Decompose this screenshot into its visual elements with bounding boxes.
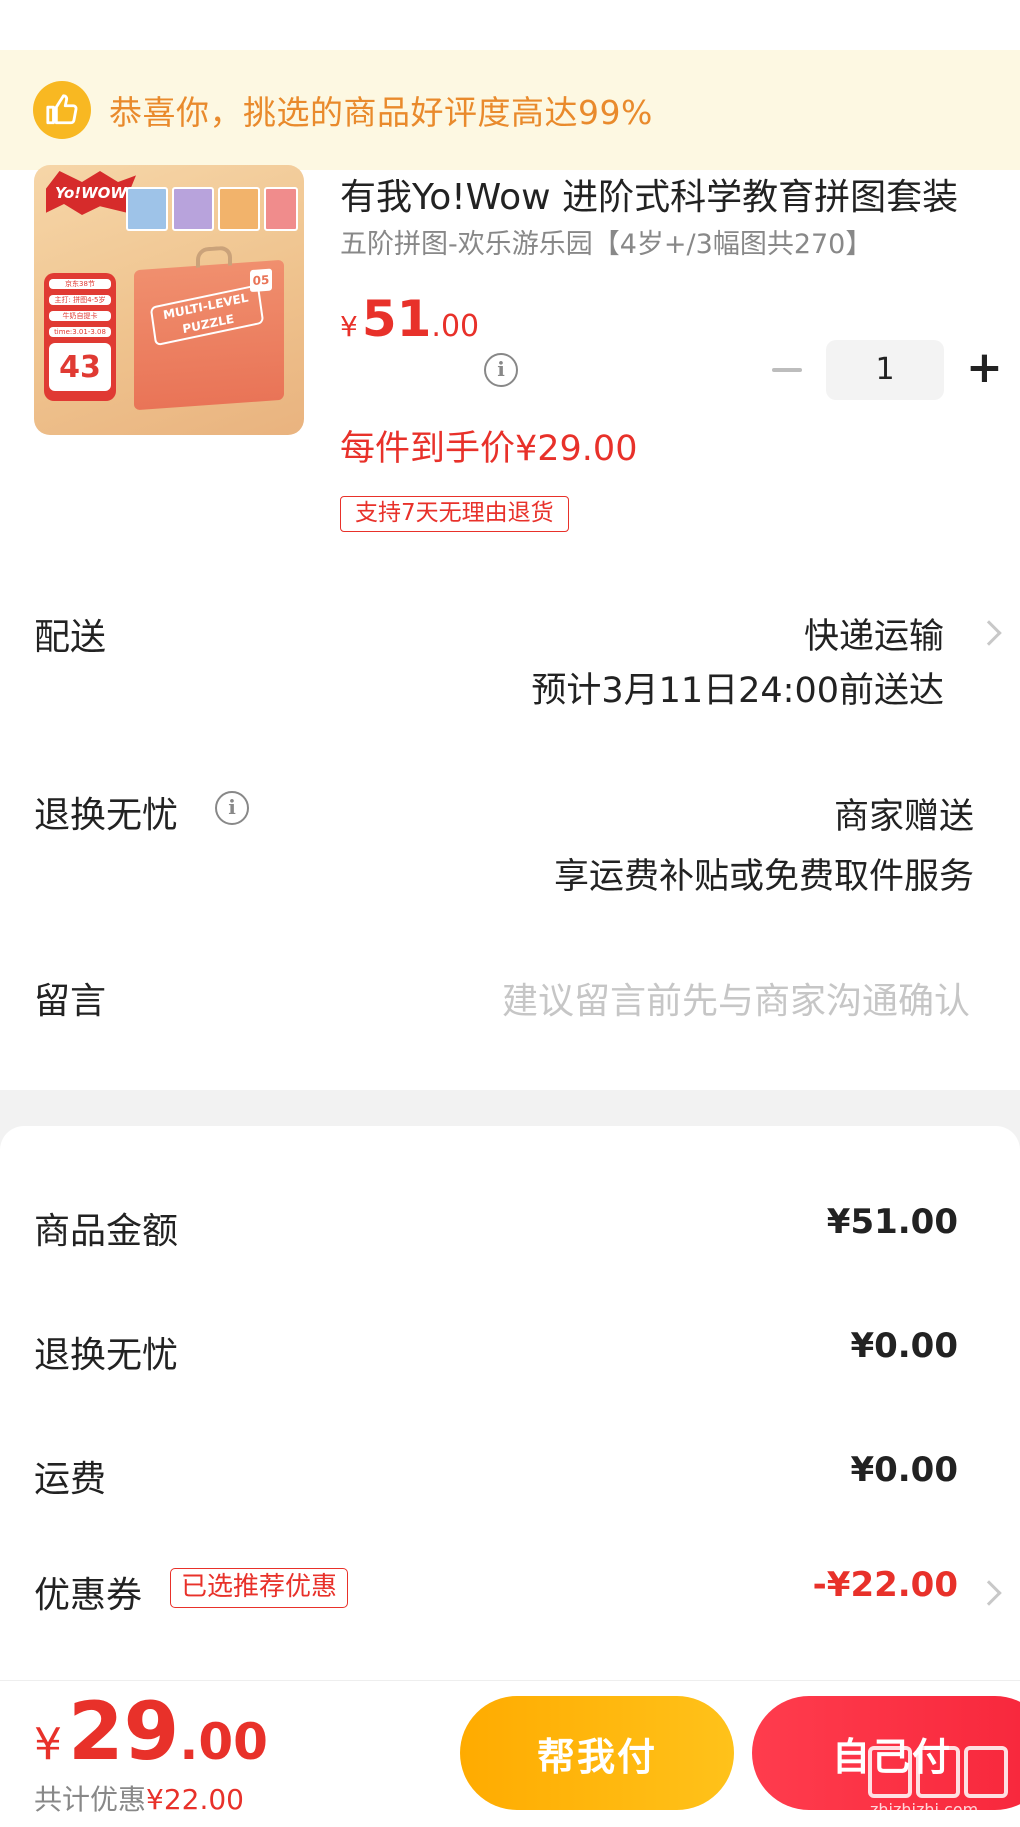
product-title[interactable]: 有我Yo!Wow 进阶式科学教育拼图套装 — [340, 168, 980, 220]
promo-card: 京东38节 主打: 拼图4-5岁 牛奶自提卡 time:3.01-3.08 43 — [44, 273, 116, 401]
brand-logo: Yo!WOW — [46, 171, 136, 215]
shipping-value: ¥0.00 — [850, 1450, 958, 1490]
puzzle-thumbnail — [264, 187, 298, 231]
quantity-input[interactable]: 1 — [826, 340, 944, 400]
thumbs-up-icon — [33, 81, 91, 139]
final-price: 每件到手价¥29.00 — [340, 429, 638, 469]
info-icon[interactable]: i — [484, 353, 518, 387]
return-policy-tag: 支持7天无理由退货 — [340, 496, 569, 532]
promo-price: 43 — [49, 343, 111, 391]
worry-free-label: 退换无忧 — [34, 795, 179, 836]
delivery-method[interactable]: 快递运输 — [804, 608, 944, 659]
shipping-label: 运费 — [34, 1459, 107, 1500]
minus-icon — [772, 368, 802, 372]
help-pay-button[interactable]: 帮我付 — [460, 1696, 734, 1810]
message-label: 留言 — [34, 981, 107, 1022]
puzzle-thumbnail — [218, 187, 260, 231]
puzzle-thumbnail — [126, 187, 168, 231]
message-input[interactable]: 建议留言前先与商家沟通确认 — [502, 972, 970, 1024]
total-price: ¥ 29 .00 — [34, 1685, 268, 1778]
delivery-eta: 预计3月11日24:00前送达 — [531, 671, 944, 711]
product-image[interactable]: Yo!WOW 京东38节 主打: 拼图4-5岁 牛奶自提卡 time:3.01-… — [34, 165, 304, 435]
goods-amount-value: ¥51.00 — [826, 1202, 958, 1242]
goods-amount-label: 商品金额 — [34, 1211, 179, 1252]
plus-icon: + — [966, 342, 1003, 393]
quantity-minus-button[interactable] — [770, 350, 804, 390]
puzzle-thumbnail — [172, 187, 214, 231]
quantity-plus-button[interactable]: + — [966, 346, 1003, 392]
coupon-tag: 已选推荐优惠 — [170, 1568, 349, 1608]
coupon-label: 优惠券 — [34, 1575, 143, 1616]
delivery-label: 配送 — [34, 617, 107, 658]
top-spacer — [0, 0, 1020, 50]
product-spec[interactable]: 五阶拼图-欢乐游乐园【4岁+/3幅图共270】 — [340, 222, 872, 261]
worry-free-fee-label: 退换无忧 — [34, 1335, 179, 1376]
banner-text: 恭喜你，挑选的商品好评度高达99% — [109, 93, 653, 132]
worry-free-service: 享运费补贴或免费取件服务 — [553, 857, 974, 897]
watermark-text: zhizhizhi.com — [870, 1800, 979, 1819]
product-price: ¥ 51 .00 — [340, 290, 480, 348]
total-savings: 共计优惠¥22.00 — [34, 1783, 244, 1816]
watermark-logo — [868, 1746, 1008, 1806]
praise-banner: 恭喜你，挑选的商品好评度高达99% — [0, 50, 1020, 170]
info-icon[interactable]: i — [215, 791, 249, 825]
worry-free-fee-value: ¥0.00 — [850, 1326, 958, 1366]
worry-free-gift: 商家赠送 — [833, 797, 974, 837]
product-box: 05 MULTI-LEVEL PUZZLE — [134, 245, 284, 411]
coupon-value[interactable]: -¥22.00 — [813, 1565, 958, 1605]
